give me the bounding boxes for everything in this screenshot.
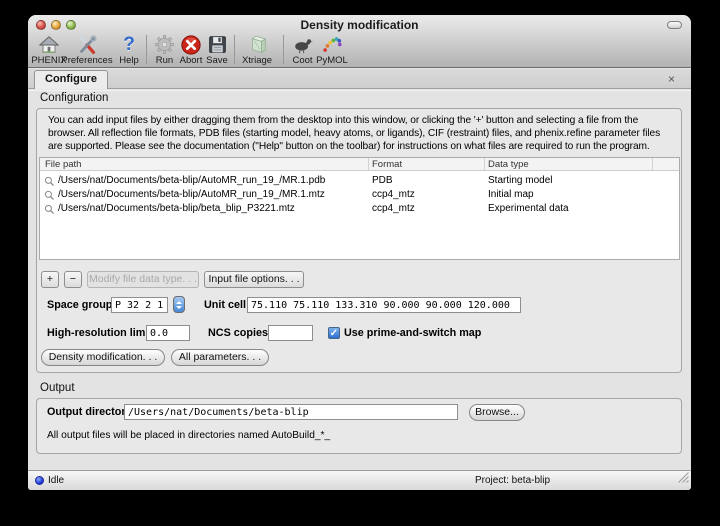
toolbar-separator <box>146 35 147 64</box>
floppy-icon <box>202 33 232 56</box>
toolbar-item-xtriage[interactable]: Xtriage <box>237 33 277 67</box>
table-row[interactable]: /Users/nat/Documents/beta-blip/AutoMR_ru… <box>40 175 679 187</box>
column-separator <box>368 158 369 170</box>
table-header-row: File path Format Data type <box>40 158 679 171</box>
density-modification-button[interactable]: Density modification. . . <box>41 349 165 366</box>
remove-file-button[interactable]: − <box>64 271 82 288</box>
column-header-format[interactable]: Format <box>372 158 402 171</box>
status-led-icon <box>35 476 44 485</box>
toolbar-item-save[interactable]: Save <box>202 33 232 67</box>
toolbar-item-preferences[interactable]: Preferences <box>61 33 113 67</box>
toolbar-label: Preferences <box>61 56 113 66</box>
stepper-down-icon <box>176 306 182 309</box>
space-group-input[interactable] <box>111 297 168 313</box>
output-note-text: All output files will be placed in direc… <box>47 430 330 441</box>
space-group-stepper[interactable] <box>173 296 185 313</box>
unit-cell-label: Unit cell : <box>204 297 253 313</box>
add-file-button[interactable]: + <box>41 271 59 288</box>
data-type-cell: Initial map <box>488 189 534 201</box>
data-type-cell: Starting model <box>488 175 552 187</box>
file-path-cell: /Users/nat/Documents/beta-blip/AutoMR_ru… <box>58 175 325 187</box>
density-modification-window: Density modification PHENIX <box>28 15 691 490</box>
tab-bar: Configure × <box>28 69 691 89</box>
space-group-label: Space group : <box>47 297 119 313</box>
prime-and-switch-checkbox[interactable]: ✓ <box>328 327 340 339</box>
browse-button[interactable]: Browse... <box>469 404 525 421</box>
all-parameters-button[interactable]: All parameters. . . <box>171 349 269 366</box>
file-path-cell: /Users/nat/Documents/beta-blip/beta_blip… <box>58 203 295 215</box>
column-separator <box>484 158 485 170</box>
high-resolution-limit-input[interactable] <box>146 325 190 341</box>
magnifier-icon <box>44 176 55 190</box>
format-cell: ccp4_mtz <box>372 203 415 215</box>
table-row[interactable]: /Users/nat/Documents/beta-blip/beta_blip… <box>40 203 679 215</box>
resize-grip[interactable] <box>678 470 689 488</box>
window-header: Density modification PHENIX <box>28 15 691 68</box>
instructions-text: You can add input files by either draggi… <box>48 114 673 153</box>
table-row[interactable]: /Users/nat/Documents/beta-blip/AutoMR_ru… <box>40 189 679 201</box>
column-header-file-path[interactable]: File path <box>45 158 81 171</box>
toolbar-separator <box>283 35 284 64</box>
rainbow-ribbon-icon <box>314 33 350 56</box>
status-state: Idle <box>48 475 64 486</box>
format-cell: PDB <box>372 175 393 187</box>
configure-panel: Configuration You can add input files by… <box>28 90 691 470</box>
configuration-groupbox: You can add input files by either draggi… <box>36 108 682 373</box>
magnifier-icon <box>44 190 55 204</box>
toolbar-separator <box>234 35 235 64</box>
ncs-copies-label: NCS copies : <box>208 325 275 341</box>
toolbar-label: PyMOL <box>314 56 350 66</box>
toolbar-toggle-button[interactable] <box>667 21 682 29</box>
output-groupbox: Output directory : Browse... All output … <box>36 398 682 454</box>
format-cell: ccp4_mtz <box>372 189 415 201</box>
ncs-copies-input[interactable] <box>268 325 313 341</box>
window-title: Density modification <box>28 18 691 32</box>
high-resolution-limit-label: High-resolution limit : <box>47 325 159 341</box>
data-type-cell: Experimental data <box>488 203 569 215</box>
column-header-data-type[interactable]: Data type <box>488 158 529 171</box>
status-bar: Idle Project: beta-blip <box>28 470 691 490</box>
crystal-icon <box>237 33 277 56</box>
question-mark-icon: ? <box>113 33 145 56</box>
column-separator <box>652 158 653 170</box>
toolbar-label: Xtriage <box>237 56 277 66</box>
input-file-options-button[interactable]: Input file options. . . <box>204 271 304 288</box>
output-heading: Output <box>40 382 75 394</box>
toolbar-item-pymol[interactable]: PyMOL <box>314 33 350 67</box>
toolbar-label: Save <box>202 56 232 66</box>
magnifier-icon <box>44 204 55 218</box>
input-files-table[interactable]: File path Format Data type /Users/nat/Do… <box>39 157 680 260</box>
toolbar-item-help[interactable]: ? Help <box>113 33 145 67</box>
tools-icon <box>61 33 113 56</box>
modify-file-data-type-button[interactable]: Modify file data type. . . <box>87 271 199 288</box>
file-path-cell: /Users/nat/Documents/beta-blip/AutoMR_ru… <box>58 189 325 201</box>
toolbar-label: Help <box>113 56 145 66</box>
unit-cell-input[interactable] <box>247 297 521 313</box>
configuration-heading: Configuration <box>40 92 108 104</box>
status-project: Project: beta-blip <box>475 475 550 486</box>
output-directory-input[interactable] <box>124 404 458 420</box>
tab-close-icon[interactable]: × <box>668 71 675 87</box>
stepper-up-icon <box>176 301 182 304</box>
prime-and-switch-label: Use prime-and-switch map <box>344 325 481 341</box>
tab-configure[interactable]: Configure <box>34 70 108 89</box>
